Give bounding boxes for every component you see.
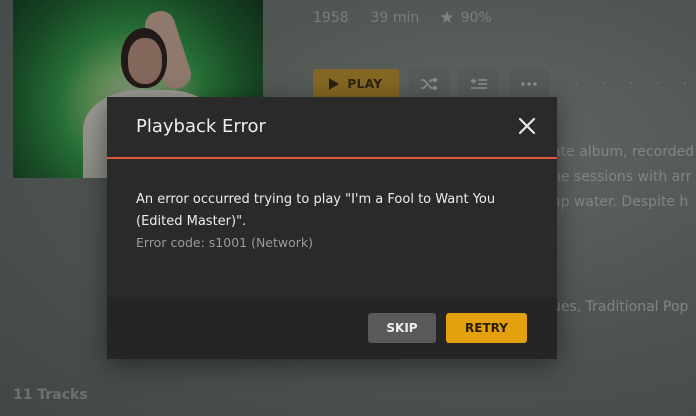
skip-button[interactable]: SKIP bbox=[368, 313, 436, 343]
dialog-footer: SKIP RETRY bbox=[107, 297, 557, 359]
error-code: Error code: s1001 (Network) bbox=[136, 235, 314, 250]
playback-error-dialog: Playback Error An error occurred trying … bbox=[107, 97, 557, 359]
dialog-body: An error occurred trying to play "I'm a … bbox=[136, 189, 516, 250]
error-message: An error occurred trying to play "I'm a … bbox=[136, 192, 496, 229]
dialog-title: Playback Error bbox=[136, 116, 266, 137]
close-button[interactable] bbox=[515, 114, 539, 138]
close-icon bbox=[518, 117, 536, 135]
dialog-header: Playback Error bbox=[107, 97, 557, 159]
retry-button[interactable]: RETRY bbox=[446, 313, 527, 343]
